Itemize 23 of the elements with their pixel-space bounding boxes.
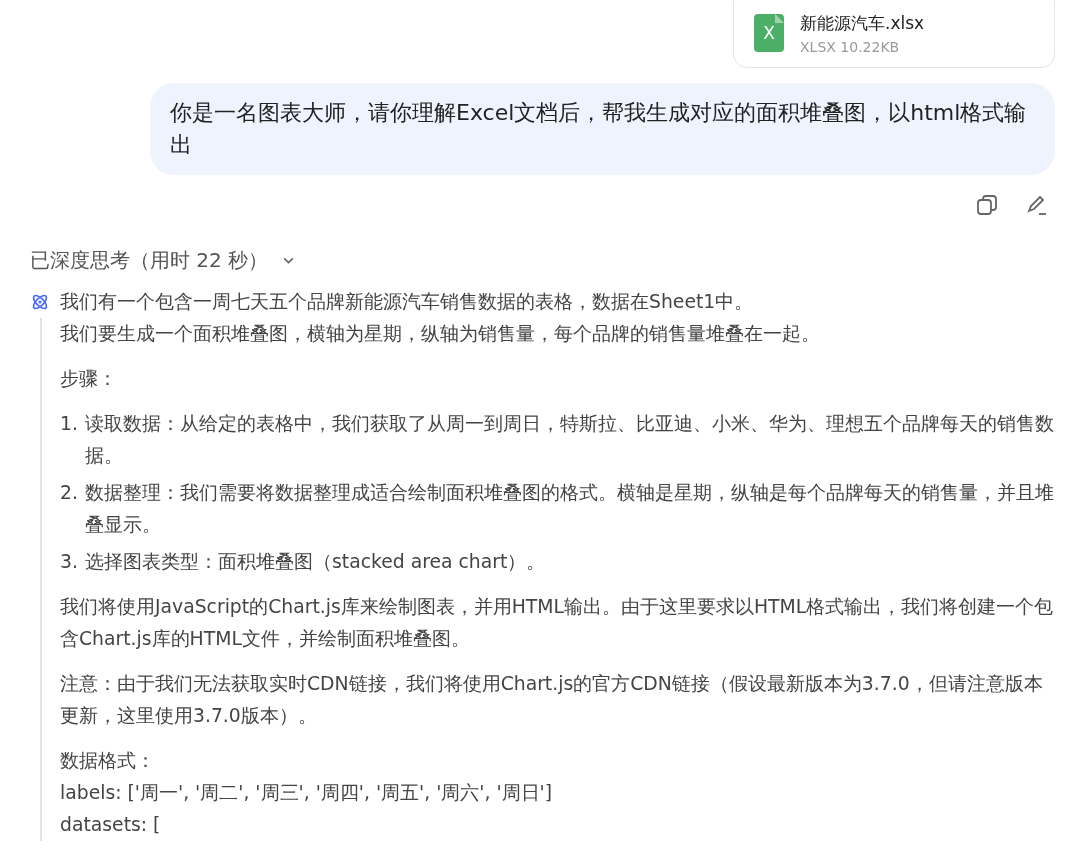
list-item-text: 读取数据：从给定的表格中，我们获取了从周一到周日，特斯拉、比亚迪、小米、华为、理想五个品牌每天的销售数据。: [85, 412, 1055, 468]
edit-icon[interactable]: [1025, 193, 1049, 217]
thinking-toggle[interactable]: 已深度思考（用时 22 秒）: [30, 247, 296, 274]
list-item-text: 选择图表类型：面积堆叠图（stacked area chart）。: [85, 550, 546, 574]
thought-text: 我们要生成一个面积堆叠图，横轴为星期，纵轴为销售量，每个品牌的销售量堆叠在一起。: [60, 322, 821, 346]
list-item-text: 数据整理：我们需要将数据整理成适合绘制面积堆叠图的格式。横轴是星期，纵轴是每个品牌每天的销售量，并且堆叠显示。: [85, 481, 1055, 537]
thought-text: 步骤：: [60, 367, 118, 391]
file-attachment-card[interactable]: X 新能源汽车.xlsx XLSX 10.22KB: [733, 0, 1055, 68]
list-number: 1.: [60, 412, 79, 436]
thought-text: labels: ['周一', '周二', '周三', '周四', '周五', '周六', '周日']: [60, 781, 554, 805]
copy-icon[interactable]: [975, 193, 999, 217]
list-number: 3.: [60, 550, 79, 574]
spreadsheet-file-icon: X: [754, 14, 784, 52]
file-size: XLSX 10.22KB: [800, 38, 901, 55]
user-message: 你是一名图表大师，请你理解Excel文档后，帮我生成对应的面积堆叠图，以html格式输出: [150, 83, 1055, 175]
file-name: 新能源汽车.xlsx: [800, 11, 925, 35]
thought-text: datasets: [: [60, 813, 162, 837]
thought-text: 我们有一个包含一周七天五个品牌新能源汽车销售数据的表格，数据在Sheet1中。: [60, 290, 754, 314]
list-number: 2.: [60, 481, 79, 505]
atom-icon: [30, 292, 50, 312]
thought-text: 数据格式：: [60, 749, 156, 773]
thought-text: 我们将使用JavaScript的Chart.js库来绘制图表，并用HTML输出。由于这里要求以HTML格式输出，我们将创建一个包含Chart.js库的HTML文件，并绘制面积堆叠图。: [60, 595, 1055, 651]
thought-text: 注意：由于我们无法获取实时CDN链接，我们将使用Chart.js的官方CDN链接（假设最新版本为3.7.0，但请注意版本更新，这里使用3.7.0版本）。: [60, 672, 1044, 728]
